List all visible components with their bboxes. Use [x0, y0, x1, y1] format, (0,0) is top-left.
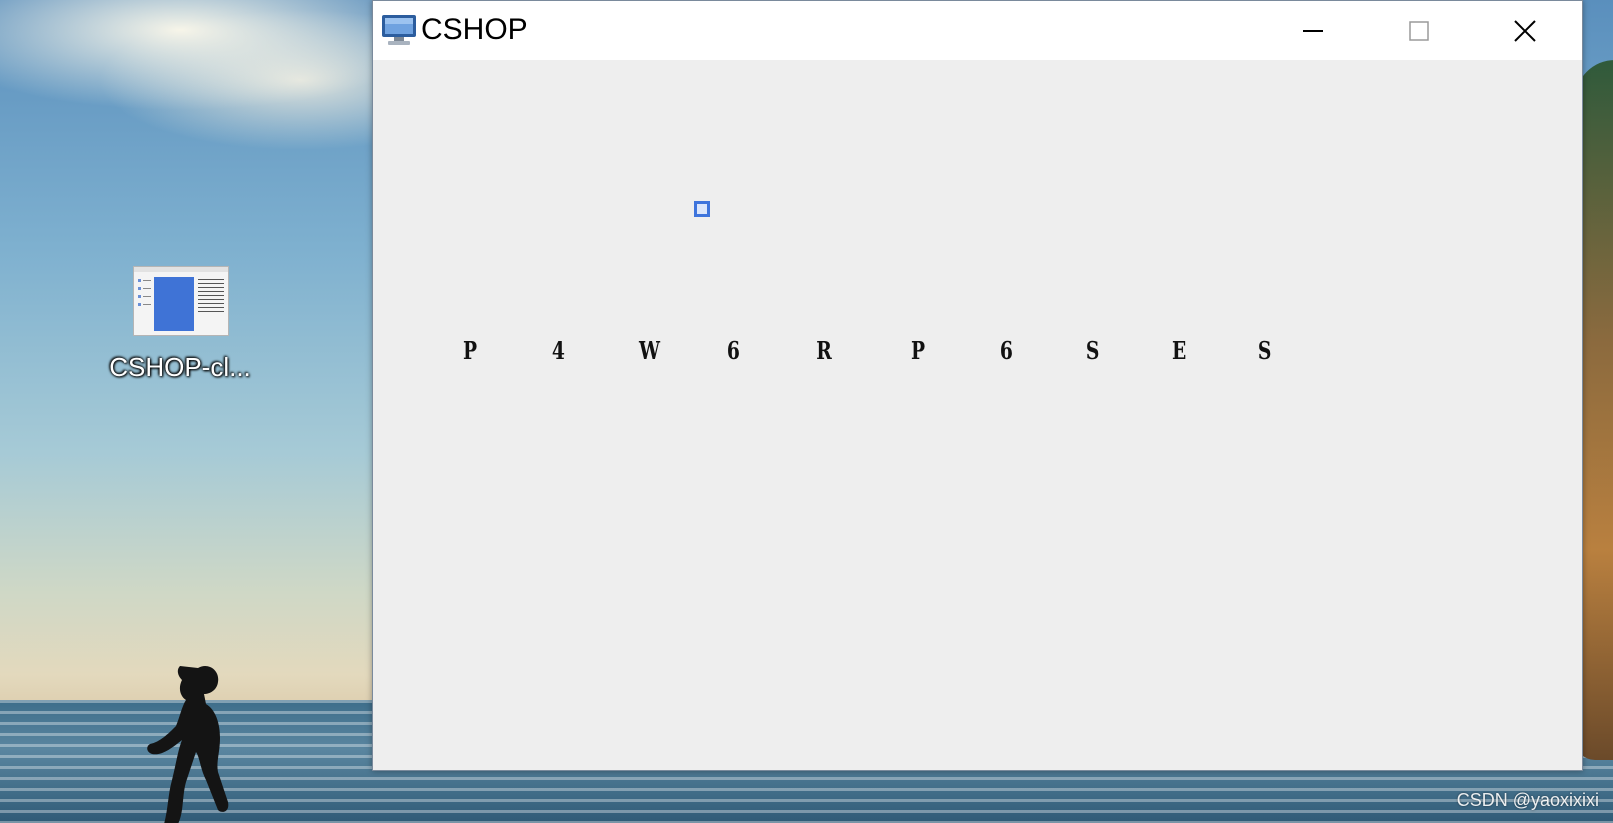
- captcha-char: R: [816, 336, 832, 365]
- minimize-icon: [1303, 29, 1323, 32]
- desktop-shortcut-label: CSHOP-cl...: [109, 352, 251, 382]
- captcha-char: P: [910, 336, 926, 365]
- window-title: CSHOP: [421, 13, 528, 46]
- captcha-char: 6: [726, 336, 740, 365]
- minimize-button[interactable]: [1260, 1, 1366, 60]
- desktop-shortcut-cshop-client[interactable]: CSHOP-cl...: [100, 262, 260, 392]
- watermark: CSDN @yaoxixixi: [1456, 790, 1599, 810]
- captcha-char: P: [462, 336, 478, 365]
- window-client-area: P 4 W 6 R P 6 S E S: [373, 60, 1582, 770]
- maximize-button[interactable]: [1366, 1, 1472, 60]
- captcha-char: S: [1257, 336, 1272, 365]
- cshop-window: CSHOP P 4 W 6 R P 6 S E S: [372, 0, 1583, 771]
- captcha-char: E: [1172, 336, 1187, 365]
- captcha-char: 6: [999, 336, 1013, 365]
- captcha-char: 4: [551, 336, 565, 365]
- close-button[interactable]: [1472, 1, 1578, 60]
- captcha-char: S: [1085, 336, 1100, 365]
- wallpaper-runner: [147, 665, 229, 823]
- app-monitor-icon: [382, 15, 416, 45]
- focused-control[interactable]: [694, 201, 710, 217]
- document-window-icon: [133, 266, 229, 336]
- window-titlebar[interactable]: CSHOP: [373, 1, 1582, 60]
- close-icon: [1514, 19, 1536, 42]
- captcha-char: W: [638, 336, 660, 365]
- maximize-icon: [1409, 20, 1429, 41]
